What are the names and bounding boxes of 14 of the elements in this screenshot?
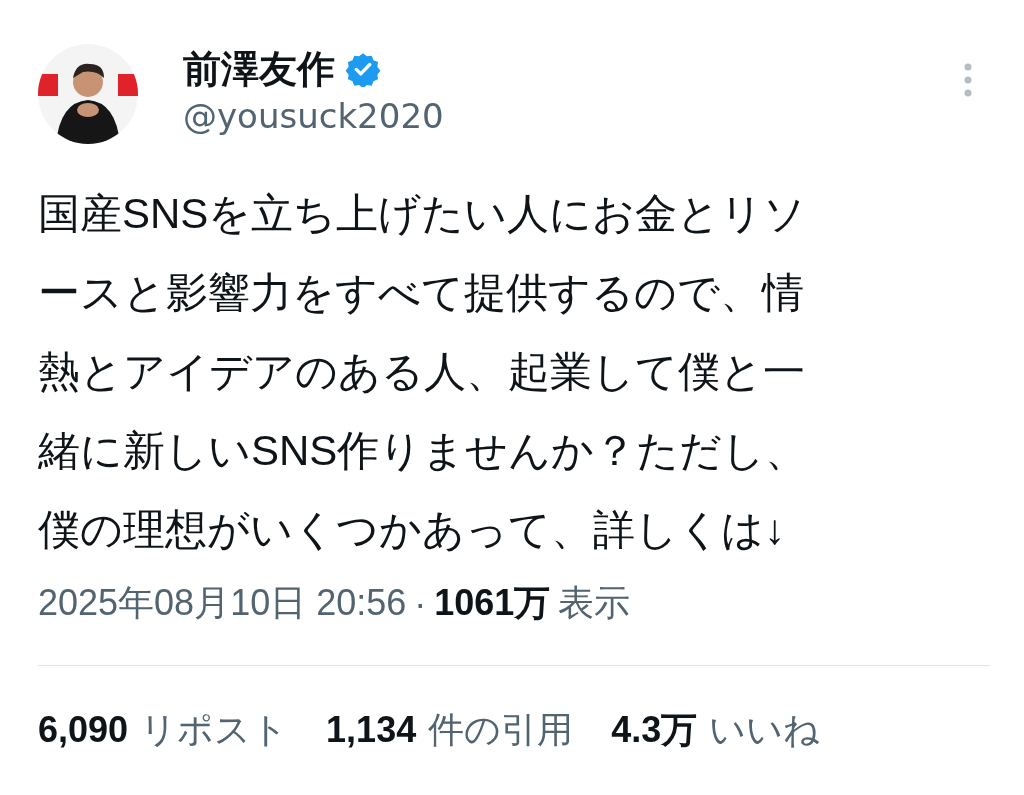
views-label: 表示 xyxy=(558,581,631,626)
stat-label[interactable]: いいね xyxy=(709,705,821,755)
stat-label[interactable]: リポスト xyxy=(140,705,289,755)
tweet-text: 国産SNSを立ち上げたい人にお金とリソ ースと影響力をすべて提供するので、情 熱とアイデアのある人、起業して僕と一 緒に新しいSNS作りませんか？ただし、 僕の理想がいくつかあって、詳しくは↓ xyxy=(38,189,809,555)
stat-count[interactable]: 4.3万 xyxy=(611,705,698,755)
views-count: 1061万 xyxy=(434,581,551,626)
author-handle[interactable]: @yousuck2020 xyxy=(183,96,917,136)
stat-label[interactable]: 件の引用 xyxy=(428,705,574,755)
stat-count[interactable]: 6,090 xyxy=(38,708,129,751)
timestamp[interactable]: 2025年08月10日 20:56 xyxy=(38,579,407,629)
more-icon[interactable] xyxy=(962,62,974,98)
separator-dot: · xyxy=(414,582,427,625)
author-name[interactable]: 前澤友作 xyxy=(183,43,335,95)
stat-count[interactable]: 1,134 xyxy=(326,708,417,751)
